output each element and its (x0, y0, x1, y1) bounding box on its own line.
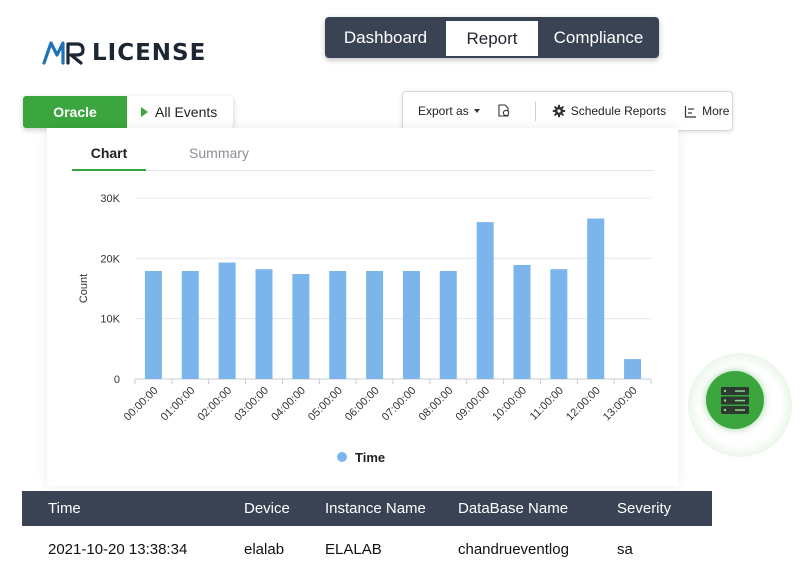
report-toolbar: Export as Schedule Reports More (402, 91, 733, 131)
events-table-header: Time Device Instance Name DataBase Name … (22, 491, 712, 526)
x-tick-label: 01:00:00 (159, 385, 198, 424)
x-tick-label: 00:00:00 (122, 385, 161, 424)
bar (513, 264, 531, 379)
server-icon (721, 387, 749, 414)
x-tick-label: 11:00:00 (528, 385, 566, 423)
event-filter-button[interactable]: All Events (127, 96, 233, 128)
tab-dashboard[interactable]: Dashboard (325, 17, 446, 58)
export-file-icon (498, 104, 509, 117)
column-header-severity[interactable]: Severity (617, 491, 671, 526)
cell-database-name: chandrueventlog (458, 541, 569, 558)
more-label: More (702, 104, 730, 118)
cell-time: 2021-10-20 13:38:34 (48, 541, 188, 558)
bar (292, 274, 310, 379)
bar (439, 271, 457, 379)
logo-mark-icon (42, 41, 85, 65)
cell-severity: sa (617, 541, 633, 558)
export-as-button[interactable]: Export as (418, 104, 480, 118)
tab-report[interactable]: Report (446, 21, 538, 56)
top-nav: Dashboard Report Compliance (325, 17, 659, 58)
x-tick-label: 04:00:00 (269, 385, 308, 424)
bar (402, 271, 420, 379)
x-tick-label: 10:00:00 (490, 385, 529, 424)
bar (587, 218, 605, 379)
bar (550, 269, 568, 379)
column-header-device[interactable]: Device (244, 491, 290, 526)
x-tick-label: 07:00:00 (380, 385, 419, 424)
more-icon (684, 105, 697, 118)
bar (366, 271, 384, 379)
source-selector: Oracle All Events (23, 96, 233, 128)
x-tick-label: 05:00:00 (306, 385, 345, 424)
x-tick-label: 08:00:00 (417, 385, 456, 424)
x-tick-label: 06:00:00 (343, 385, 382, 424)
table-row[interactable]: 2021-10-20 13:38:34 elalab ELALAB chandr… (22, 532, 712, 567)
chart-card: Chart Summary 0 10K 20K 30K Count 00:00:00 01:… (47, 128, 678, 486)
toolbar-divider (534, 101, 536, 121)
x-tick-label: 12:00:00 (564, 385, 603, 424)
cell-instance-name: ELALAB (325, 541, 382, 558)
column-header-instance-name[interactable]: Instance Name (325, 491, 426, 526)
column-header-database-name[interactable]: DataBase Name (458, 491, 568, 526)
export-as-label: Export as (418, 104, 469, 118)
bar (255, 269, 273, 379)
legend-label: Time (355, 450, 385, 465)
bar (218, 262, 236, 379)
y-tick-label: 20K (100, 253, 120, 265)
cell-device: elalab (244, 541, 285, 558)
play-triangle-icon (141, 107, 148, 117)
bar (476, 222, 494, 379)
bar (144, 271, 162, 379)
legend-marker (337, 452, 347, 462)
y-axis-title: Count (78, 274, 90, 303)
more-button[interactable]: More (684, 104, 729, 118)
logo-text: LICENSE (92, 40, 207, 66)
y-tick-label: 0 (114, 374, 120, 386)
schedule-gear-icon (552, 104, 565, 118)
y-tick-label: 10K (100, 314, 120, 326)
export-file-button[interactable] (497, 104, 511, 118)
bar (181, 271, 199, 379)
x-tick-label: 03:00:00 (232, 385, 271, 424)
schedule-reports-button[interactable]: Schedule Reports (552, 104, 666, 118)
server-badge (706, 371, 764, 429)
x-tick-label: 13:00:00 (601, 385, 640, 424)
schedule-reports-label: Schedule Reports (570, 104, 667, 118)
brand-logo: LICENSE (42, 40, 206, 66)
bar (329, 271, 347, 379)
events-bar-chart: 010K20K30KCount00:00:0001:00:0002:00:000… (78, 193, 652, 465)
event-filter-label: All Events (155, 104, 218, 120)
tab-compliance[interactable]: Compliance (538, 17, 659, 58)
x-tick-label: 02:00:00 (195, 385, 234, 424)
caret-down-icon (473, 109, 480, 113)
bar (624, 359, 642, 379)
y-tick-label: 30K (100, 193, 120, 205)
x-tick-label: 09:00:00 (453, 385, 492, 424)
database-selector-button[interactable]: Oracle (23, 96, 127, 128)
column-header-time[interactable]: Time (48, 491, 81, 526)
